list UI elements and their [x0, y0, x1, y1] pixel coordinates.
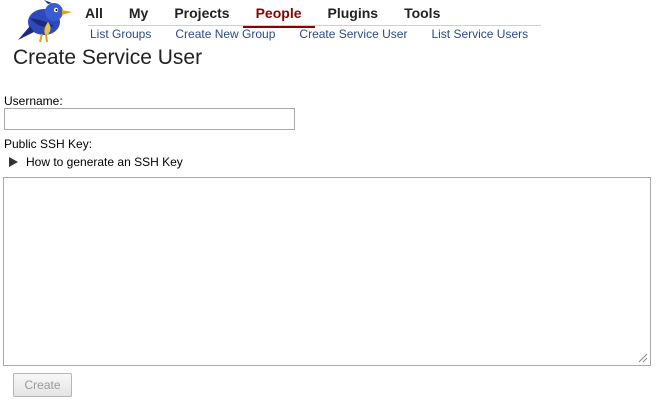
tab-plugins[interactable]: Plugins [315, 3, 392, 25]
ssh-help-disclosure[interactable]: How to generate an SSH Key [9, 155, 183, 169]
gerrit-bird-logo[interactable] [14, 0, 74, 44]
username-label: Username: [4, 94, 63, 108]
nav-divider [88, 25, 541, 26]
sub-nav: List Groups Create New Group Create Serv… [78, 27, 540, 41]
ssh-help-disclosure-label: How to generate an SSH Key [26, 155, 183, 169]
username-input[interactable] [4, 108, 295, 130]
link-list-service-users[interactable]: List Service Users [419, 27, 540, 41]
sshkey-label: Public SSH Key: [4, 137, 93, 151]
link-list-groups[interactable]: List Groups [78, 27, 163, 41]
page-root: All My Projects People Plugins Tools Lis… [0, 0, 657, 407]
tab-projects[interactable]: Projects [161, 3, 242, 25]
tab-my[interactable]: My [116, 3, 161, 25]
sshkey-textarea[interactable] [3, 177, 651, 366]
tab-tools[interactable]: Tools [391, 3, 453, 25]
link-create-new-group[interactable]: Create New Group [163, 27, 287, 41]
top-nav: All My Projects People Plugins Tools [72, 3, 453, 28]
create-button[interactable]: Create [13, 373, 72, 397]
resize-grip-icon[interactable] [637, 352, 648, 363]
page-title: Create Service User [13, 46, 203, 69]
triangle-right-icon [9, 157, 18, 167]
link-create-service-user[interactable]: Create Service User [287, 27, 419, 41]
tab-all[interactable]: All [72, 3, 116, 25]
